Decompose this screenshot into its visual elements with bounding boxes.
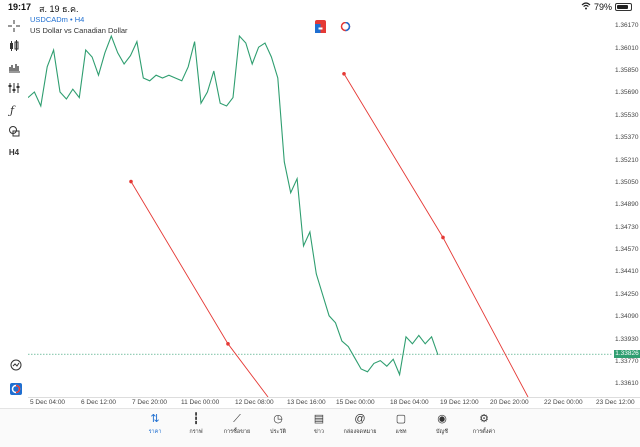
nav-item-label: ข่าว	[314, 429, 324, 435]
price-chart[interactable]	[28, 15, 612, 397]
indicator-icon[interactable]	[4, 80, 24, 96]
price-tick-label: 1.36170	[615, 22, 639, 30]
price-tick-label: 1.34730	[615, 223, 639, 231]
app-logo-icon[interactable]	[6, 381, 26, 397]
time-tick-label: 22 Dec 00:00	[544, 399, 583, 406]
price-tick-label: 1.35210	[615, 156, 639, 164]
battery-percent: 79%	[593, 2, 612, 12]
price-tick-label: 1.35850	[615, 66, 639, 74]
bar-chart-icon[interactable]	[4, 59, 24, 75]
time-tick-label: 13 Dec 16:00	[287, 399, 326, 406]
time-tick-label: 23 Dec 12:00	[596, 399, 635, 406]
trendline[interactable]	[130, 181, 269, 397]
wifi-icon	[581, 2, 591, 12]
nav-item-label: การซื้อขาย	[223, 429, 251, 435]
status-right: 79%	[581, 2, 632, 12]
price-tick-label: 1.33930	[615, 335, 639, 343]
time-axis: 5 Dec 04:00 6 Dec 12:00 7 Dec 20:00 11 Dec …	[28, 397, 640, 407]
mailbox-icon: @	[354, 413, 366, 425]
svg-text:ƒ: ƒ	[8, 104, 16, 116]
time-tick-label: 15 Dec 00:00	[336, 399, 375, 406]
price-tick-label: 1.35370	[615, 134, 639, 142]
nav-item-label: ประวัติ	[269, 429, 287, 435]
account-icon: ◉	[437, 413, 447, 425]
price-series-line	[28, 34, 439, 377]
timeframe-selector[interactable]: H4	[4, 144, 24, 160]
nav-item-news[interactable]: ▤ ข่าว	[297, 412, 341, 436]
nav-item-history[interactable]: ◷ ประวัติ	[256, 412, 300, 436]
status-bar: 19:17 ส. 19 ธ.ค. 79%	[0, 0, 640, 14]
price-tick-label: 1.33610	[615, 380, 639, 388]
status-date: ส. 19 ธ.ค.	[39, 4, 79, 14]
trendline-anchor[interactable]	[342, 71, 346, 76]
trendline-anchor[interactable]	[441, 235, 445, 240]
function-icon[interactable]: ƒ	[4, 102, 24, 118]
battery-icon	[615, 3, 632, 11]
history-icon: ◷	[273, 413, 283, 425]
trendline-anchor[interactable]	[129, 179, 133, 184]
nav-item-settings[interactable]: ⚙ การตั้งค่า	[462, 412, 506, 436]
price-tick-label: 1.35530	[615, 111, 639, 119]
chat-icon: ▢	[395, 413, 407, 425]
price-tick-label: 1.35050	[615, 178, 639, 186]
candlestick-icon[interactable]	[4, 38, 24, 54]
price-tick-label: 1.34090	[615, 313, 639, 321]
nav-item-quotes[interactable]: ⇅ ราคา	[133, 412, 177, 436]
price-tick-label: 1.33770	[615, 358, 639, 366]
time-tick-label: 18 Dec 04:00	[390, 399, 429, 406]
nav-item-label: บัญชี	[436, 429, 448, 435]
crosshair-icon[interactable]	[4, 18, 24, 34]
status-time: 19:17	[8, 2, 32, 12]
nav-item-chat[interactable]: ▢ แชท	[379, 412, 423, 436]
price-tick-label: 1.35690	[615, 89, 639, 97]
price-tick-label: 1.34250	[615, 290, 639, 298]
price-tick-label: 1.34890	[615, 201, 639, 209]
news-icon: ▤	[313, 413, 325, 425]
nav-item-label: กราฟ	[189, 429, 203, 435]
price-tick-label: 1.36010	[615, 44, 639, 52]
time-tick-label: 5 Dec 04:00	[30, 399, 66, 406]
price-axis: 1.36170 1.36010 1.35850 1.35690 1.35530 1.353…	[612, 15, 640, 397]
nav-item-mailbox[interactable]: @ กล่องจดหมาย	[338, 412, 382, 436]
nav-item-label: แชท	[395, 429, 407, 435]
nav-item-account[interactable]: ◉ บัญชี	[420, 412, 464, 436]
nav-item-label: ราคา	[148, 429, 162, 435]
trendline-anchor[interactable]	[226, 342, 230, 346]
time-tick-label: 11 Dec 00:00	[181, 399, 220, 406]
nav-item-chart[interactable]: ┇ กราฟ	[174, 412, 218, 436]
bottom-navigation: ⇅ ราคา ┇ กราฟ ⟋ การซื้อขาย ◷ ประวัติ ▤ ข่าว @ กล่อง…	[0, 408, 640, 447]
time-tick-label: 6 Dec 12:00	[81, 399, 117, 406]
nav-item-trade[interactable]: ⟋ การซื้อขาย	[215, 412, 259, 436]
time-tick-label: 7 Dec 20:00	[132, 399, 168, 406]
price-tick-label: 1.34570	[615, 246, 639, 254]
current-price-label: 1.33826	[614, 350, 640, 359]
quotes-icon: ⇅	[150, 413, 160, 425]
settings-icon: ⚙	[479, 413, 489, 425]
nav-item-label: การตั้งค่า	[472, 429, 496, 435]
time-tick-label: 20 Dec 20:00	[490, 399, 529, 406]
shapes-icon[interactable]	[4, 123, 24, 139]
time-tick-label: 19 Dec 12:00	[440, 399, 479, 406]
price-tick-label: 1.34410	[615, 268, 639, 276]
time-tick-label: 12 Dec 08:00	[235, 399, 274, 406]
trade-icon: ⟋	[233, 413, 241, 425]
trading-signals-icon[interactable]	[6, 357, 26, 373]
chart-icon: ┇	[192, 413, 200, 425]
nav-item-label: กล่องจดหมาย	[343, 429, 377, 435]
